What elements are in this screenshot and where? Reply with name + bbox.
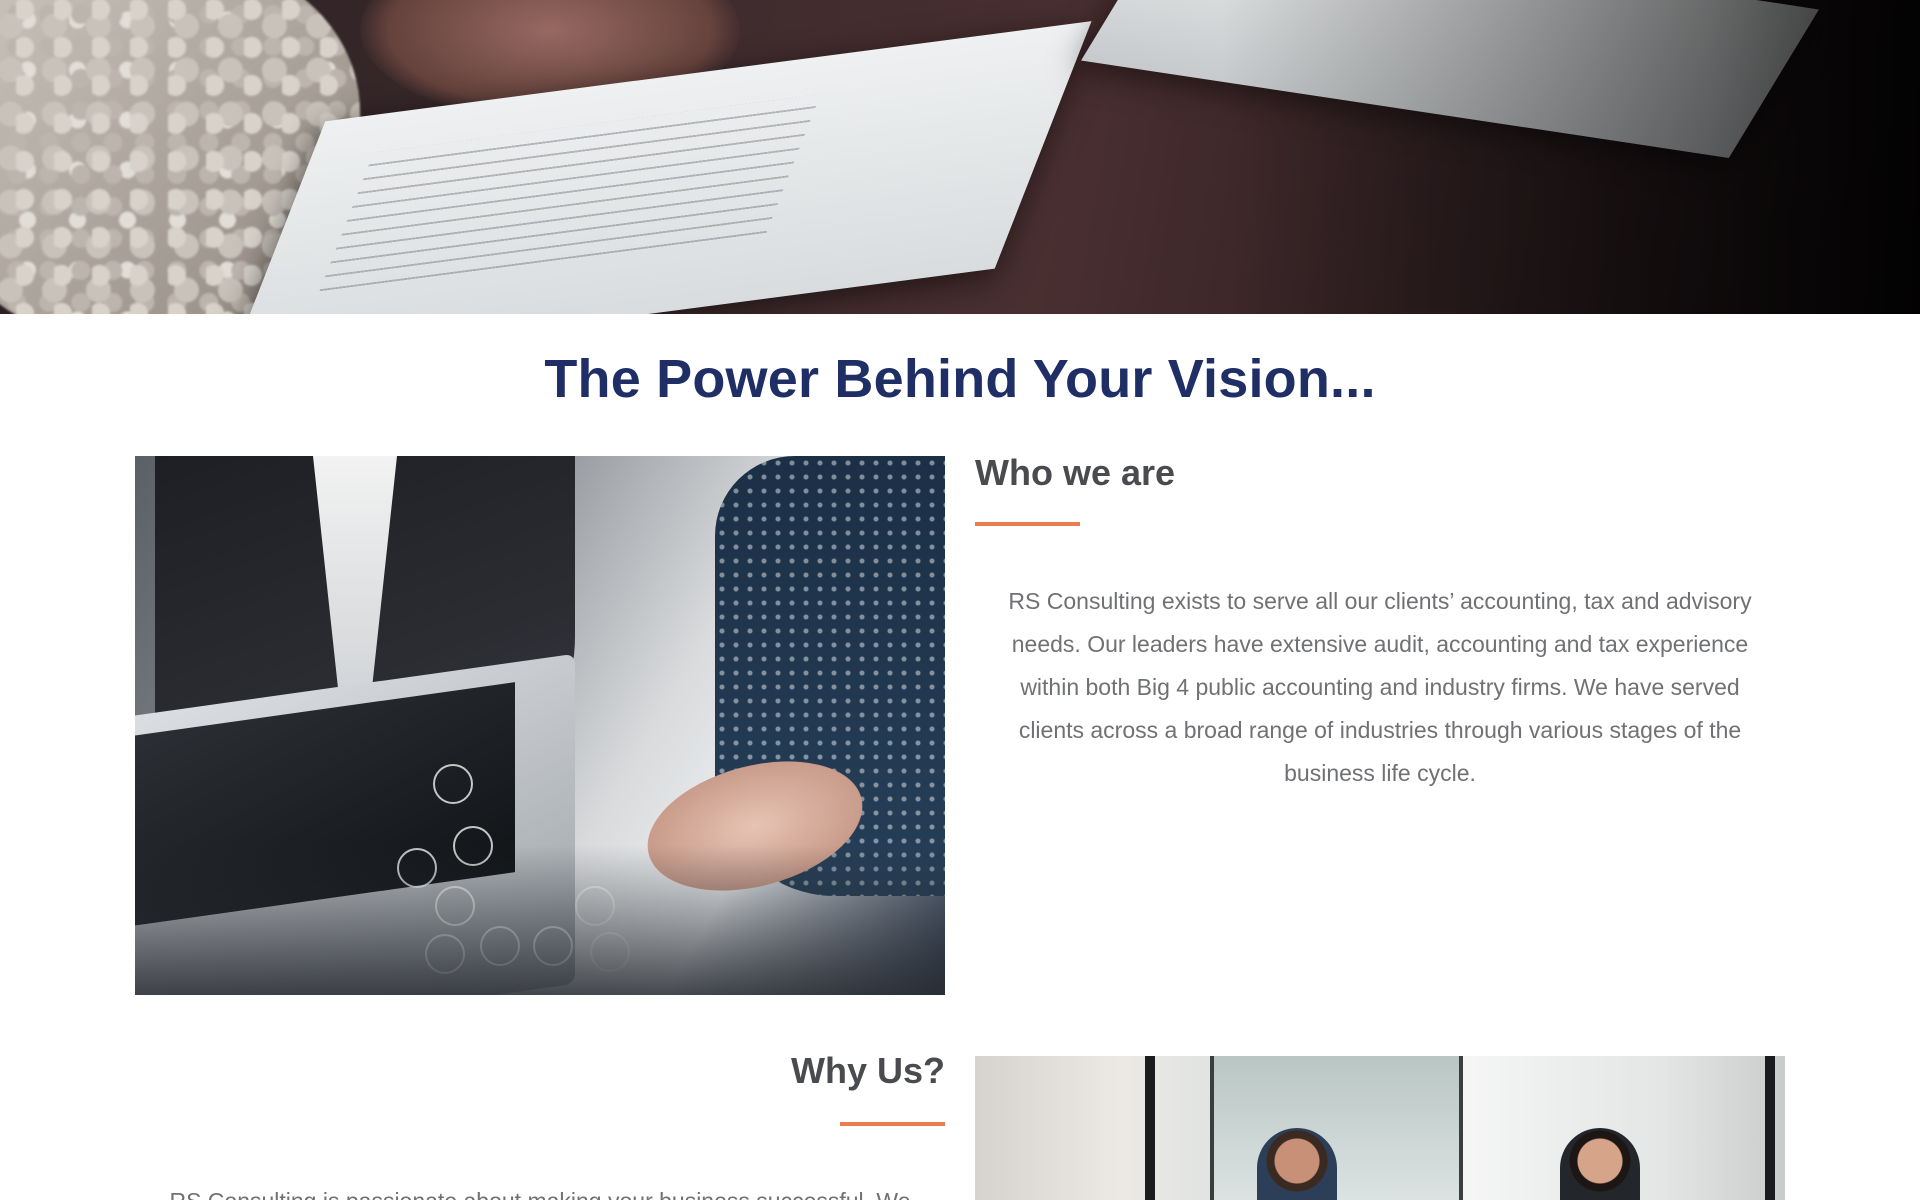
why-us-underline xyxy=(840,1122,945,1126)
about-image-desk-shape xyxy=(135,845,945,995)
page: The Power Behind Your Vision... Who we a… xyxy=(0,0,1920,1200)
person-right-shape xyxy=(1560,1128,1640,1200)
hero-image xyxy=(0,0,1920,314)
window-frame xyxy=(1145,1056,1155,1200)
why-us-text: RS Consulting is passionate about making… xyxy=(135,1180,945,1200)
why-us-image xyxy=(975,1056,1785,1200)
why-us-heading: Why Us? xyxy=(790,1050,945,1091)
person-left-shape xyxy=(1257,1128,1337,1200)
hero-shadow-overlay xyxy=(1220,0,1920,314)
page-headline: The Power Behind Your Vision... xyxy=(544,349,1376,409)
about-image xyxy=(135,456,945,995)
who-we-are-text: RS Consulting exists to serve all our cl… xyxy=(1008,588,1752,786)
chart-icon xyxy=(433,764,473,804)
window-frame-right xyxy=(1765,1056,1775,1200)
who-we-are-heading: Who we are xyxy=(975,452,1176,493)
who-we-are-underline xyxy=(975,522,1080,526)
